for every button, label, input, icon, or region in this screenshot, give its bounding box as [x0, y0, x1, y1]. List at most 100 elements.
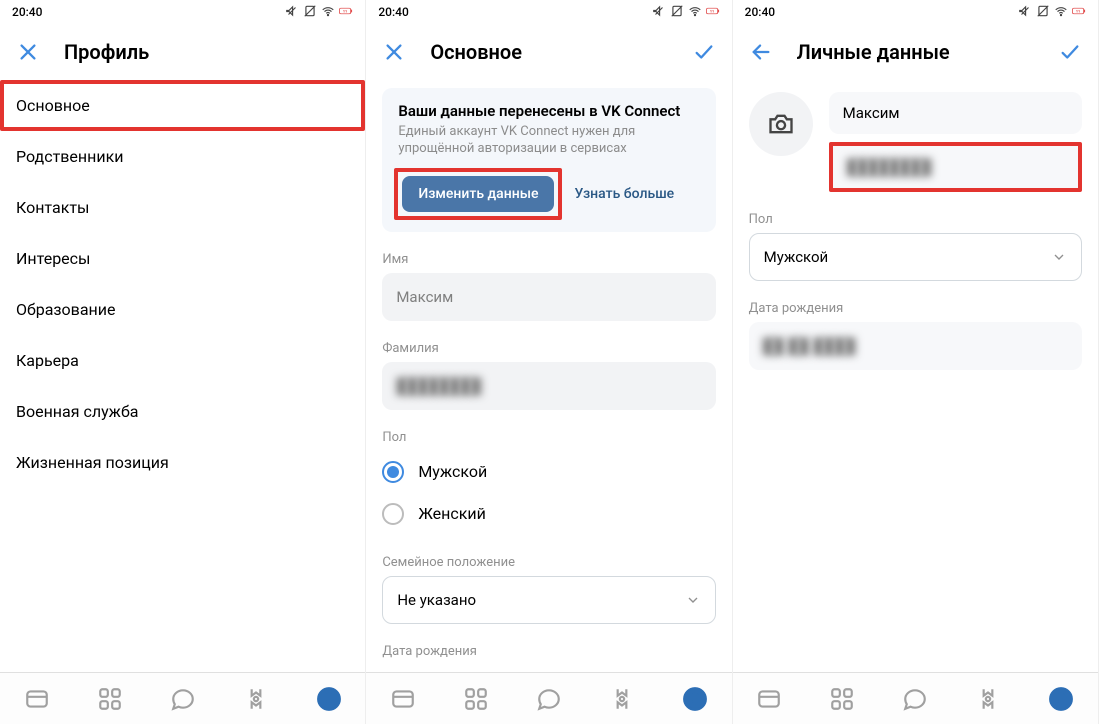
close-icon[interactable] [16, 40, 40, 64]
dob-input[interactable]: ██.██.████ [749, 322, 1082, 370]
mute-icon [652, 4, 666, 21]
page-title: Личные данные [797, 40, 1034, 64]
wifi-icon [688, 4, 702, 21]
bottom-nav [733, 672, 1098, 724]
chevron-down-icon [1051, 249, 1067, 265]
bottom-nav [0, 672, 365, 724]
close-icon[interactable] [382, 40, 406, 64]
basic-content: Ваши данные перенесены в VK Connect Един… [366, 80, 731, 672]
sim-icon [670, 4, 684, 21]
svg-text:11: 11 [343, 9, 347, 13]
back-icon[interactable] [749, 40, 773, 64]
mute-icon [285, 4, 299, 21]
name-input[interactable]: Максим [382, 273, 715, 321]
chevron-down-icon [685, 592, 701, 608]
name-fields: Максим ████████ [829, 92, 1082, 192]
highlight-change-data: Изменить данные [394, 168, 562, 220]
nav-profile-icon[interactable] [681, 685, 709, 713]
gender-male-radio[interactable]: Мужской [382, 451, 715, 493]
header: Профиль [0, 24, 365, 80]
list-item-life[interactable]: Жизненная позиция [16, 437, 349, 488]
name-label: Имя [382, 252, 715, 267]
svg-text:11: 11 [1076, 9, 1080, 13]
surname-input[interactable]: ████████ [382, 362, 715, 410]
nav-profile-icon[interactable] [1047, 685, 1075, 713]
learn-more-link[interactable]: Узнать больше [574, 186, 674, 202]
nav-services-icon[interactable] [462, 685, 490, 713]
card-title: Ваши данные перенесены в VK Connect [398, 102, 699, 120]
radio-unselected-icon [382, 503, 404, 525]
wifi-icon [1054, 4, 1068, 21]
list-item-military[interactable]: Военная служба [16, 386, 349, 437]
nav-news-icon[interactable] [389, 685, 417, 713]
list-item-main[interactable]: Основное [0, 80, 365, 131]
last-name-input[interactable]: ████████ [829, 142, 1082, 192]
dob-label: Дата рождения [382, 644, 715, 659]
nav-messages-icon[interactable] [535, 685, 563, 713]
nav-services-icon[interactable] [96, 685, 124, 713]
personal-data-screen: 20:40 11 Личные данные Максим ████████ П… [733, 0, 1099, 724]
gender-label: Пол [749, 212, 1082, 227]
nav-profile-icon[interactable] [315, 685, 343, 713]
sim-icon [1036, 4, 1050, 21]
dob-label: Дата рождения [749, 301, 1082, 316]
status-icons: 11 [285, 4, 353, 21]
card-subtitle: Единый аккаунт VK Connect нужен для упро… [398, 124, 699, 158]
surname-label: Фамилия [382, 341, 715, 356]
nav-clips-icon[interactable] [608, 685, 636, 713]
list-item-relatives[interactable]: Родственники [16, 131, 349, 182]
gender-select[interactable]: Мужской [749, 233, 1082, 281]
gender-female-radio[interactable]: Женский [382, 493, 715, 535]
status-icons: 11 [1018, 4, 1086, 21]
profile-list: Основное Родственники Контакты Интересы … [0, 80, 365, 672]
basic-screen: 20:40 11 Основное Ваши данные перенесены… [366, 0, 732, 724]
wifi-icon [321, 4, 335, 21]
list-item-interests[interactable]: Интересы [16, 233, 349, 284]
avatar-upload[interactable] [749, 92, 813, 156]
avatar-name-row: Максим ████████ [749, 92, 1082, 192]
gender-female-label: Женский [418, 504, 486, 523]
battery-icon: 11 [339, 4, 353, 21]
list-item-contacts[interactable]: Контакты [16, 182, 349, 233]
list-item-education[interactable]: Образование [16, 284, 349, 335]
status-bar: 20:40 11 [733, 0, 1098, 24]
sim-icon [303, 4, 317, 21]
gender-label: Пол [382, 430, 715, 445]
first-name-input[interactable]: Максим [829, 92, 1082, 134]
status-bar: 20:40 11 [0, 0, 365, 24]
gender-male-label: Мужской [418, 462, 487, 481]
confirm-icon[interactable] [1058, 40, 1082, 64]
confirm-icon[interactable] [692, 40, 716, 64]
nav-news-icon[interactable] [755, 685, 783, 713]
nav-clips-icon[interactable] [242, 685, 270, 713]
status-bar: 20:40 11 [366, 0, 731, 24]
radio-selected-icon [382, 461, 404, 483]
battery-icon: 11 [1072, 4, 1086, 21]
marital-label: Семейное положение [382, 555, 715, 570]
status-time: 20:40 [12, 5, 42, 19]
list-item-career[interactable]: Карьера [16, 335, 349, 386]
camera-icon [767, 110, 795, 138]
page-title: Профиль [64, 40, 349, 64]
nav-clips-icon[interactable] [974, 685, 1002, 713]
vk-connect-card: Ваши данные перенесены в VK Connect Един… [382, 88, 715, 232]
bottom-nav [366, 672, 731, 724]
nav-news-icon[interactable] [23, 685, 51, 713]
page-title: Основное [430, 40, 667, 64]
personal-content: Максим ████████ Пол Мужской Дата рождени… [733, 80, 1098, 672]
status-time: 20:40 [378, 5, 408, 19]
nav-messages-icon[interactable] [169, 685, 197, 713]
card-actions: Изменить данные Узнать больше [398, 172, 699, 216]
header: Личные данные [733, 24, 1098, 80]
profile-screen: 20:40 11 Профиль Основное Родственники К… [0, 0, 366, 724]
nav-services-icon[interactable] [828, 685, 856, 713]
change-data-button[interactable]: Изменить данные [402, 176, 554, 212]
marital-value: Не указано [397, 591, 476, 609]
gender-value: Мужской [764, 248, 829, 266]
marital-select[interactable]: Не указано [382, 576, 715, 624]
header: Основное [366, 24, 731, 80]
nav-messages-icon[interactable] [901, 685, 929, 713]
svg-text:11: 11 [710, 9, 714, 13]
status-icons: 11 [652, 4, 720, 21]
status-time: 20:40 [745, 5, 775, 19]
